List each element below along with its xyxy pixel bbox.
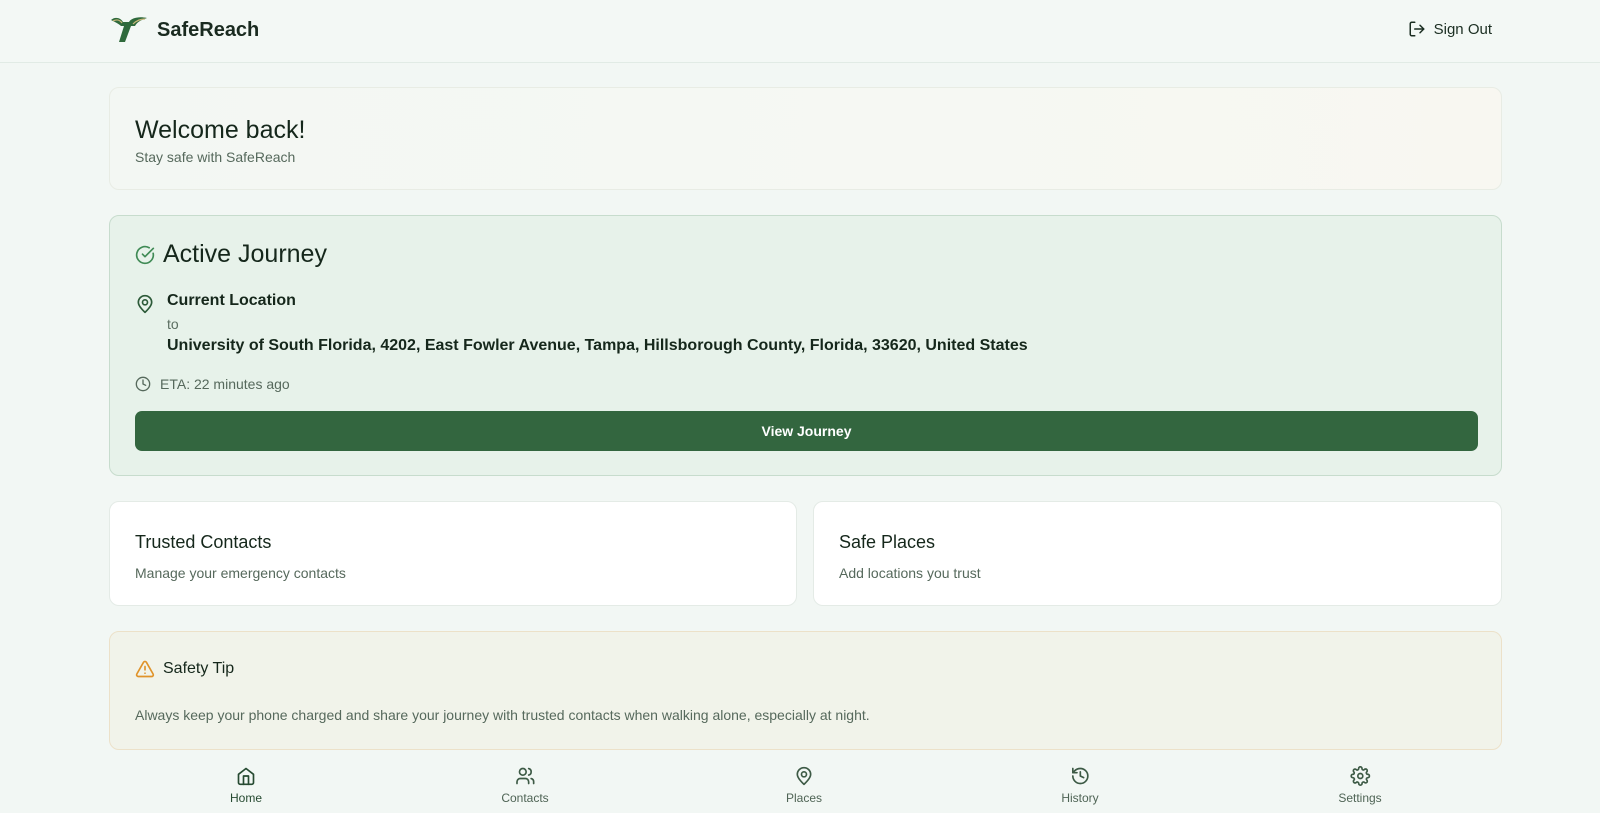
bottom-navigation: Home Contacts Places History Settings (0, 752, 1600, 813)
nav-history-label: History (1061, 791, 1099, 805)
users-icon (515, 767, 535, 785)
safe-places-title: Safe Places (839, 532, 936, 552)
warning-triangle-icon (135, 660, 155, 678)
check-circle-icon (135, 245, 155, 264)
nav-settings[interactable]: Settings (1338, 766, 1382, 805)
nav-places[interactable]: Places (786, 766, 822, 805)
safety-tip-card: Safety Tip Always keep your phone charge… (109, 631, 1502, 750)
sign-out-label: Sign Out (1433, 20, 1492, 38)
nav-contacts[interactable]: Contacts (501, 766, 549, 805)
journey-heading: Active Journey (135, 240, 327, 269)
brand[interactable]: SafeReach (109, 14, 259, 46)
active-journey-card: Active Journey Current Location to Unive… (109, 215, 1502, 476)
nav-contacts-label: Contacts (501, 791, 549, 805)
welcome-subtitle: Stay safe with SafeReach (135, 149, 296, 165)
map-pin-icon (137, 294, 153, 314)
journey-destination: University of South Florida, 4202, East … (167, 337, 1028, 354)
nav-home-label: Home (229, 791, 263, 805)
map-pin-icon (796, 766, 812, 786)
welcome-title: Welcome back! (135, 116, 306, 144)
sign-out-button[interactable]: Sign Out (1408, 20, 1492, 38)
brand-name: SafeReach (157, 18, 260, 41)
safety-tip-text: Always keep your phone charged and share… (135, 707, 870, 723)
home-icon (237, 767, 255, 786)
clock-icon (135, 376, 151, 392)
history-icon (1071, 767, 1089, 785)
journey-eta: ETA: 22 minutes ago (135, 376, 290, 392)
journey-title: Active Journey (163, 240, 327, 268)
nav-history[interactable]: History (1061, 766, 1099, 805)
trusted-contacts-card[interactable]: Trusted Contacts Manage your emergency c… (109, 501, 797, 606)
top-header: SafeReach Sign Out (0, 0, 1600, 63)
trusted-contacts-description: Manage your emergency contacts (135, 565, 346, 581)
safe-places-description: Add locations you trust (839, 565, 981, 581)
welcome-card: Welcome back! Stay safe with SafeReach (109, 87, 1502, 190)
gear-icon (1350, 766, 1370, 786)
nav-places-label: Places (785, 791, 823, 805)
nav-settings-label: Settings (1338, 791, 1382, 805)
sign-out-icon (1409, 21, 1425, 37)
safety-tip-title: Safety Tip (163, 660, 235, 677)
journey-to-label: to (167, 316, 179, 332)
view-journey-button[interactable]: View Journey (135, 411, 1478, 451)
bull-horns-logo-icon (111, 17, 147, 42)
journey-origin: Current Location (167, 292, 296, 309)
nav-home[interactable]: Home (230, 766, 262, 805)
eta-text: ETA: 22 minutes ago (160, 376, 290, 392)
safety-tip-heading: Safety Tip (135, 659, 234, 679)
trusted-contacts-title: Trusted Contacts (135, 532, 272, 552)
safe-places-card[interactable]: Safe Places Add locations you trust (813, 501, 1502, 606)
